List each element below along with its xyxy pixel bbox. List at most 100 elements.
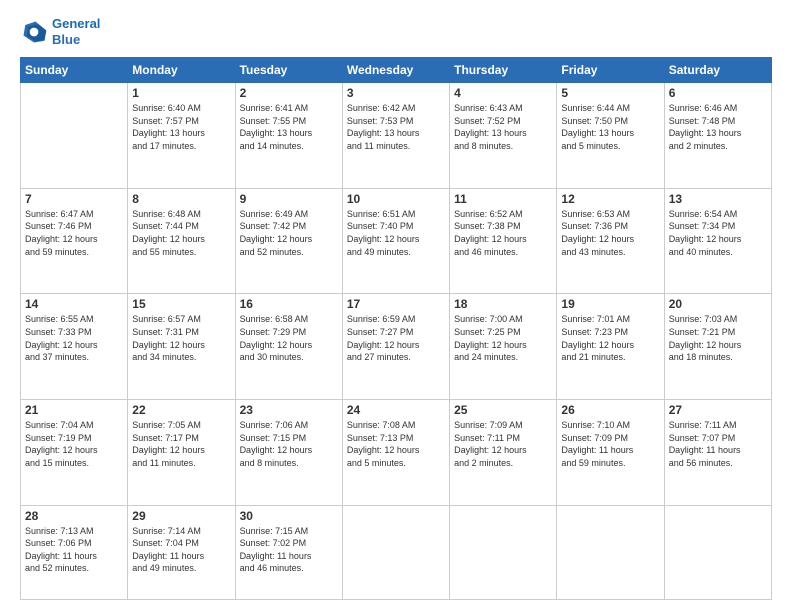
cell-text: Sunrise: 6:41 AMSunset: 7:55 PMDaylight:… <box>240 102 338 152</box>
logo-text: General Blue <box>52 16 100 47</box>
weekday-header-tuesday: Tuesday <box>235 58 342 83</box>
calendar-cell: 5Sunrise: 6:44 AMSunset: 7:50 PMDaylight… <box>557 83 664 189</box>
day-number: 23 <box>240 403 338 417</box>
day-number: 6 <box>669 86 767 100</box>
calendar-cell: 10 Sunrise: 6:51 AMSunset: 7:40 PMDayligh… <box>342 188 449 294</box>
calendar-cell: 13Sunrise: 6:54 AMSunset: 7:34 PMDayligh… <box>664 188 771 294</box>
cell-text: Sunrise: 6:51 AMSunset: 7:40 PMDaylight:… <box>347 208 445 258</box>
cell-text: Sunrise: 7:03 AMSunset: 7:21 PMDaylight:… <box>669 313 767 363</box>
calendar-cell: 16Sunrise: 6:58 AMSunset: 7:29 PMDayligh… <box>235 294 342 400</box>
day-number: 11 <box>454 192 552 206</box>
week-row-2: 14 Sunrise: 6:55 AMSunset: 7:33 PMDayligh… <box>21 294 772 400</box>
cell-text: Sunrise: 7:14 AMSunset: 7:04 PMDaylight:… <box>132 525 230 575</box>
calendar-cell: 20 Sunrise: 7:03 AMSunset: 7:21 PMDayligh… <box>664 294 771 400</box>
calendar-cell: 30 Sunrise: 7:15 AMSunset: 7:02 PMDayligh… <box>235 505 342 600</box>
day-number: 13 <box>669 192 767 206</box>
calendar-cell <box>557 505 664 600</box>
day-number: 30 <box>240 509 338 523</box>
day-number: 16 <box>240 297 338 311</box>
day-number: 14 <box>25 297 123 311</box>
day-number: 12 <box>561 192 659 206</box>
day-number: 17 <box>347 297 445 311</box>
cell-text: Sunrise: 7:06 AMSunset: 7:15 PMDaylight:… <box>240 419 338 469</box>
day-number: 15 <box>132 297 230 311</box>
calendar-cell: 4 Sunrise: 6:43 AMSunset: 7:52 PMDaylight… <box>450 83 557 189</box>
cell-text: Sunrise: 7:05 AMSunset: 7:17 PMDaylight:… <box>132 419 230 469</box>
cell-text: Sunrise: 7:10 AMSunset: 7:09 PMDaylight:… <box>561 419 659 469</box>
day-number: 21 <box>25 403 123 417</box>
day-number: 28 <box>25 509 123 523</box>
cell-text: Sunrise: 7:04 AMSunset: 7:19 PMDaylight:… <box>25 419 123 469</box>
calendar-cell: 25Sunrise: 7:09 AMSunset: 7:11 PMDayligh… <box>450 399 557 505</box>
cell-text: Sunrise: 7:09 AMSunset: 7:11 PMDaylight:… <box>454 419 552 469</box>
cell-text: Sunrise: 6:57 AMSunset: 7:31 PMDaylight:… <box>132 313 230 363</box>
calendar-cell: 28 Sunrise: 7:13 AMSunset: 7:06 PMDayligh… <box>21 505 128 600</box>
cell-text: Sunrise: 6:47 AMSunset: 7:46 PMDaylight:… <box>25 208 123 258</box>
calendar-cell: 21 Sunrise: 7:04 AMSunset: 7:19 PMDayligh… <box>21 399 128 505</box>
day-number: 8 <box>132 192 230 206</box>
week-row-3: 21 Sunrise: 7:04 AMSunset: 7:19 PMDayligh… <box>21 399 772 505</box>
header: General Blue <box>20 16 772 47</box>
day-number: 27 <box>669 403 767 417</box>
logo-icon <box>20 18 48 46</box>
calendar-cell: 18 Sunrise: 7:00 AMSunset: 7:25 PMDayligh… <box>450 294 557 400</box>
calendar-cell: 11 Sunrise: 6:52 AMSunset: 7:38 PMDayligh… <box>450 188 557 294</box>
week-row-4: 28 Sunrise: 7:13 AMSunset: 7:06 PMDayligh… <box>21 505 772 600</box>
calendar-cell: 23 Sunrise: 7:06 AMSunset: 7:15 PMDayligh… <box>235 399 342 505</box>
day-number: 29 <box>132 509 230 523</box>
day-number: 20 <box>669 297 767 311</box>
week-row-1: 7 Sunrise: 6:47 AMSunset: 7:46 PMDaylight… <box>21 188 772 294</box>
cell-text: Sunrise: 6:42 AMSunset: 7:53 PMDaylight:… <box>347 102 445 152</box>
cell-text: Sunrise: 6:44 AMSunset: 7:50 PMDaylight:… <box>561 102 659 152</box>
day-number: 2 <box>240 86 338 100</box>
weekday-header-sunday: Sunday <box>21 58 128 83</box>
week-row-0: 1 Sunrise: 6:40 AMSunset: 7:57 PMDaylight… <box>21 83 772 189</box>
calendar-cell: 24 Sunrise: 7:08 AMSunset: 7:13 PMDayligh… <box>342 399 449 505</box>
cell-text: Sunrise: 6:55 AMSunset: 7:33 PMDaylight:… <box>25 313 123 363</box>
cell-text: Sunrise: 6:48 AMSunset: 7:44 PMDaylight:… <box>132 208 230 258</box>
weekday-header-friday: Friday <box>557 58 664 83</box>
day-number: 18 <box>454 297 552 311</box>
cell-text: Sunrise: 7:13 AMSunset: 7:06 PMDaylight:… <box>25 525 123 575</box>
calendar-cell: 14 Sunrise: 6:55 AMSunset: 7:33 PMDayligh… <box>21 294 128 400</box>
cell-text: Sunrise: 7:00 AMSunset: 7:25 PMDaylight:… <box>454 313 552 363</box>
day-number: 4 <box>454 86 552 100</box>
day-number: 24 <box>347 403 445 417</box>
page: General Blue SundayMondayTuesdayWednesda… <box>0 0 792 612</box>
day-number: 9 <box>240 192 338 206</box>
calendar-cell <box>21 83 128 189</box>
cell-text: Sunrise: 6:40 AMSunset: 7:57 PMDaylight:… <box>132 102 230 152</box>
calendar-cell: 12Sunrise: 6:53 AMSunset: 7:36 PMDayligh… <box>557 188 664 294</box>
day-number: 3 <box>347 86 445 100</box>
calendar-cell: 1 Sunrise: 6:40 AMSunset: 7:57 PMDaylight… <box>128 83 235 189</box>
calendar-cell: 8 Sunrise: 6:48 AMSunset: 7:44 PMDaylight… <box>128 188 235 294</box>
weekday-header-monday: Monday <box>128 58 235 83</box>
day-number: 26 <box>561 403 659 417</box>
calendar-cell: 29 Sunrise: 7:14 AMSunset: 7:04 PMDayligh… <box>128 505 235 600</box>
weekday-header-wednesday: Wednesday <box>342 58 449 83</box>
cell-text: Sunrise: 6:46 AMSunset: 7:48 PMDaylight:… <box>669 102 767 152</box>
weekday-header-thursday: Thursday <box>450 58 557 83</box>
day-number: 7 <box>25 192 123 206</box>
day-number: 22 <box>132 403 230 417</box>
calendar-cell: 19 Sunrise: 7:01 AMSunset: 7:23 PMDayligh… <box>557 294 664 400</box>
cell-text: Sunrise: 7:08 AMSunset: 7:13 PMDaylight:… <box>347 419 445 469</box>
calendar-cell <box>664 505 771 600</box>
calendar-cell <box>342 505 449 600</box>
day-number: 1 <box>132 86 230 100</box>
cell-text: Sunrise: 7:15 AMSunset: 7:02 PMDaylight:… <box>240 525 338 575</box>
cell-text: Sunrise: 6:59 AMSunset: 7:27 PMDaylight:… <box>347 313 445 363</box>
cell-text: Sunrise: 6:52 AMSunset: 7:38 PMDaylight:… <box>454 208 552 258</box>
weekday-header-saturday: Saturday <box>664 58 771 83</box>
calendar-cell: 6 Sunrise: 6:46 AMSunset: 7:48 PMDaylight… <box>664 83 771 189</box>
logo: General Blue <box>20 16 100 47</box>
calendar-cell: 3 Sunrise: 6:42 AMSunset: 7:53 PMDaylight… <box>342 83 449 189</box>
calendar-table: SundayMondayTuesdayWednesdayThursdayFrid… <box>20 57 772 600</box>
calendar-cell: 22 Sunrise: 7:05 AMSunset: 7:17 PMDayligh… <box>128 399 235 505</box>
day-number: 19 <box>561 297 659 311</box>
cell-text: Sunrise: 7:01 AMSunset: 7:23 PMDaylight:… <box>561 313 659 363</box>
calendar-cell: 2 Sunrise: 6:41 AMSunset: 7:55 PMDaylight… <box>235 83 342 189</box>
day-number: 10 <box>347 192 445 206</box>
calendar-cell: 26 Sunrise: 7:10 AMSunset: 7:09 PMDayligh… <box>557 399 664 505</box>
cell-text: Sunrise: 6:43 AMSunset: 7:52 PMDaylight:… <box>454 102 552 152</box>
